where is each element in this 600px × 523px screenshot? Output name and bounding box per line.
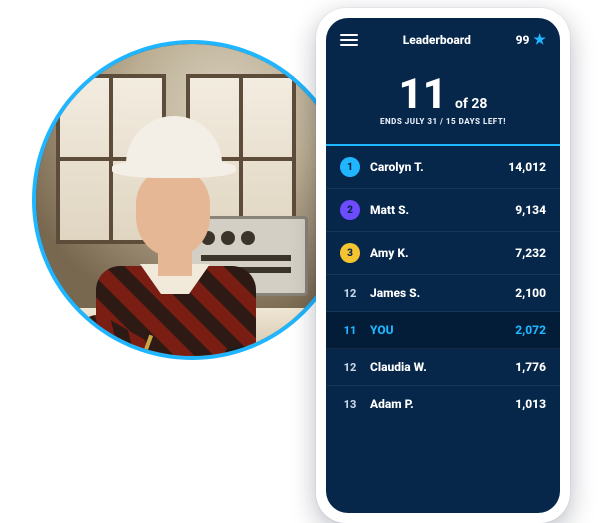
your-rank-position: 11 — [399, 70, 447, 119]
leaderboard-row[interactable]: 2 Matt S.9,134 — [326, 189, 560, 232]
leaderboard-list[interactable]: 1 Carolyn T.14,012 2 Matt S.9,134 3 Amy K.7,2… — [326, 146, 560, 513]
player-name: YOU — [370, 323, 515, 337]
player-score: 2,072 — [515, 323, 546, 337]
player-name: Matt S. — [370, 203, 515, 217]
leaderboard-row[interactable]: 12 James S.2,100 — [326, 275, 560, 312]
credits-badge[interactable]: 99 ★ — [516, 32, 546, 48]
app-header: Leaderboard 99 ★ — [326, 18, 560, 54]
your-rank-of-label: of 28 — [455, 96, 487, 112]
hero-photo-scene — [36, 44, 348, 356]
leaderboard-row-you[interactable]: 11 YOU2,072 — [326, 312, 560, 349]
rank-number: 12 — [340, 361, 360, 374]
rank-number: 13 — [340, 398, 360, 411]
player-name: Adam P. — [370, 397, 515, 411]
menu-icon[interactable] — [340, 34, 358, 46]
leaderboard-row[interactable]: 12 Claudia W.1,776 — [326, 349, 560, 386]
player-score: 1,013 — [515, 397, 546, 411]
rank-medal: 1 — [340, 157, 360, 177]
star-icon: ★ — [533, 32, 546, 48]
leaderboard-row[interactable]: 3 Amy K.7,232 — [326, 232, 560, 275]
hero-photo — [32, 40, 352, 360]
player-name: Carolyn T. — [370, 160, 508, 174]
rank-medal: 2 — [340, 200, 360, 220]
player-name: James S. — [370, 286, 515, 300]
player-name: Claudia W. — [370, 360, 515, 374]
player-score: 9,134 — [515, 203, 546, 217]
player-score: 2,100 — [515, 286, 546, 300]
credits-value: 99 — [516, 33, 530, 47]
player-name: Amy K. — [370, 246, 515, 260]
rank-number: 11 — [340, 324, 360, 337]
leaderboard-row[interactable]: 1 Carolyn T.14,012 — [326, 146, 560, 189]
phone-mockup: Leaderboard 99 ★ 11 of 28 ENDS JULY 31 /… — [316, 8, 570, 523]
leaderboard-row[interactable]: 13 Adam P.1,013 — [326, 386, 560, 422]
app-header-title: Leaderboard — [403, 33, 471, 47]
rank-medal: 3 — [340, 243, 360, 263]
player-score: 14,012 — [508, 160, 546, 174]
your-rank-summary: 11 of 28 ENDS JULY 31 / 15 DAYS LEFT! — [326, 54, 560, 144]
contest-deadline-label: ENDS JULY 31 / 15 DAYS LEFT! — [326, 117, 560, 126]
rank-number: 12 — [340, 287, 360, 300]
player-score: 1,776 — [515, 360, 546, 374]
phone-screen: Leaderboard 99 ★ 11 of 28 ENDS JULY 31 /… — [326, 18, 560, 513]
player-score: 7,232 — [515, 246, 546, 260]
